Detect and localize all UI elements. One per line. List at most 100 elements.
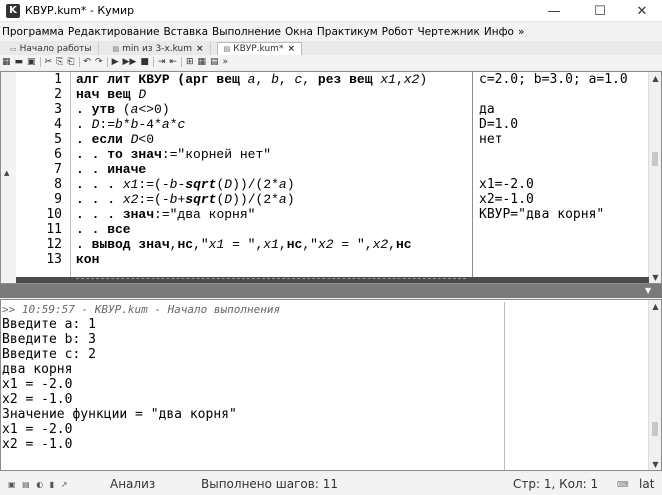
app-icon: K [6, 3, 20, 18]
open-file-icon[interactable]: ▬ [15, 57, 24, 67]
code-area[interactable]: алг лит КВУР (арг вещ a, b, c, рез вещ x… [76, 72, 470, 283]
paste-icon[interactable]: ⎗ [67, 57, 74, 67]
code-line[interactable]: алг лит КВУР (арг вещ a, b, c, рез вещ x… [76, 72, 427, 87]
menu-robot[interactable]: Робот [382, 26, 414, 38]
code-token: a [278, 177, 287, 192]
save-icon[interactable]: ▣ [27, 57, 36, 67]
breakpoint-marker-icon[interactable]: ▲ [4, 169, 9, 177]
scroll-up-icon[interactable]: ▲ [649, 300, 662, 312]
status-icon[interactable]: ▣ [8, 480, 16, 489]
code-token: :=(- [138, 192, 170, 207]
redo-icon[interactable]: ↷ [95, 57, 103, 67]
undo-icon[interactable]: ↶ [84, 57, 92, 67]
menu-more[interactable]: » [518, 26, 524, 38]
status-icon[interactable]: ▮ [50, 480, 54, 489]
code-token: знач [122, 207, 155, 222]
step-out-icon[interactable]: ⇤ [169, 57, 177, 67]
code-token: c [177, 117, 186, 132]
code-line[interactable]: . . . x2:=(-b+sqrt(D))/(2*a) [76, 192, 295, 207]
toolbar-more-icon[interactable]: » [223, 57, 229, 67]
console-line: x2 = -1.0 [2, 392, 73, 407]
code-token: . [76, 117, 92, 132]
menu-run[interactable]: Выполнение [212, 26, 281, 38]
code-line[interactable]: . . . знач:="два корня" [76, 207, 255, 222]
console-output[interactable]: >> 10:59:57 - КВУР.kum - Начало выполнен… [1, 302, 505, 470]
tab-min3[interactable]: ▤ min из 3-х.kum × [107, 42, 211, 55]
tab-label: КВУР.kum* [233, 44, 284, 54]
code-line[interactable]: . если D<0 [76, 132, 154, 147]
margin-value: да [479, 102, 495, 117]
splitter-arrow-icon[interactable]: ▼ [645, 286, 655, 296]
close-button[interactable]: ✕ [622, 0, 662, 22]
code-line[interactable]: . D:=b*b-4*a*c [76, 117, 185, 132]
status-icon[interactable]: ▤ [22, 480, 30, 489]
code-token: , [255, 72, 272, 87]
code-token: кон [76, 252, 100, 267]
code-token: нс [395, 237, 412, 252]
code-line[interactable]: . вывод знач,нс,"x1 = ",x1,нс,"x2 = ",x2… [76, 237, 412, 252]
code-token: ," [193, 237, 209, 252]
code-line[interactable]: . . иначе [76, 162, 146, 177]
margin-value: D=1.0 [479, 117, 519, 132]
scroll-thumb[interactable] [652, 152, 658, 166]
code-token: ," [302, 237, 318, 252]
menu-drawer[interactable]: Чертежник [417, 26, 479, 38]
scroll-up-icon[interactable]: ▲ [649, 72, 662, 84]
editor-scrollbar[interactable]: ▲ ▼ [648, 72, 661, 283]
status-icon[interactable]: ◐ [36, 480, 43, 489]
menu-info[interactable]: Инфо [484, 26, 514, 38]
scroll-down-icon[interactable]: ▼ [649, 271, 662, 283]
code-token: ( [122, 102, 131, 117]
maximize-button[interactable]: ☐ [580, 0, 620, 22]
minimize-button[interactable]: — [534, 0, 574, 22]
code-line[interactable]: нач вещ D [76, 87, 146, 102]
tab-close-icon[interactable]: × [287, 44, 295, 54]
code-token: -4* [138, 117, 162, 132]
code-token: . . . [76, 177, 123, 192]
status-icon[interactable]: ↗ [61, 480, 68, 489]
menu-windows[interactable]: Окна [285, 26, 313, 38]
line-number: 7 [54, 162, 62, 177]
output-console[interactable]: >> 10:59:57 - КВУР.kum - Начало выполнен… [0, 299, 662, 471]
step-in-icon[interactable]: ⇥ [158, 57, 166, 67]
code-token: x2 [122, 192, 139, 207]
run-fast-icon[interactable]: ▶▶ [123, 57, 137, 67]
copy-icon[interactable]: ⎘ [56, 57, 63, 67]
code-token: x1 [380, 72, 396, 87]
code-token: , [302, 72, 318, 87]
code-line[interactable]: . . . x1:=(-b-sqrt(D))/(2*a) [76, 177, 295, 192]
console-scrollbar[interactable]: ▲ ▼ [648, 300, 661, 470]
status-icons: ▣ ▤ ◐ ▮ ↗ [8, 480, 71, 489]
menu-practicum[interactable]: Практикум [317, 26, 378, 38]
cut-icon[interactable]: ✂ [45, 57, 53, 67]
tab-kvur[interactable]: ▤ КВУР.kum* × [216, 42, 302, 55]
menu-insert[interactable]: Вставка [164, 26, 209, 38]
line-number: 3 [54, 102, 62, 117]
stop-icon[interactable]: ■ [140, 57, 149, 67]
tab-close-icon[interactable]: × [196, 44, 204, 54]
margin-value: c=2.0; b=3.0; a=1.0 [479, 72, 628, 87]
menu-program[interactable]: Программа [2, 26, 64, 38]
menu-bar: Программа Редактирование Вставка Выполне… [0, 23, 662, 41]
scroll-down-icon[interactable]: ▼ [649, 458, 662, 470]
run-icon[interactable]: ▶ [112, 57, 119, 67]
code-line[interactable]: кон [76, 252, 99, 267]
code-token: a [161, 117, 170, 132]
scroll-thumb[interactable] [652, 422, 658, 436]
panel-splitter[interactable]: ▼ [0, 284, 662, 298]
new-file-icon[interactable]: ▦ [2, 57, 11, 67]
cursor-position: Стр: 1, Кол: 1 [513, 477, 599, 491]
menu-edit[interactable]: Редактирование [68, 26, 160, 38]
drawer-window-icon[interactable]: ▦ [198, 57, 207, 67]
code-line[interactable]: . . все [76, 222, 131, 237]
code-line[interactable]: . утв (a<>0) [76, 102, 170, 117]
table-icon[interactable]: ▤ [210, 57, 219, 67]
code-line[interactable]: . . то знач:="корней нет" [76, 147, 271, 162]
keyboard-layout[interactable]: lat [639, 477, 654, 491]
code-editor[interactable]: ▲ 1 2 3 4 5 6 7 8 9 10 11 12 13 алг лит КВУР (арг ве… [0, 71, 662, 284]
tab-start[interactable]: ▭ Начало работы [4, 42, 99, 55]
toolbar-separator [180, 57, 182, 67]
line-number: 10 [46, 207, 62, 222]
toolbar-separator [106, 57, 108, 67]
robot-window-icon[interactable]: ⊞ [186, 57, 194, 67]
